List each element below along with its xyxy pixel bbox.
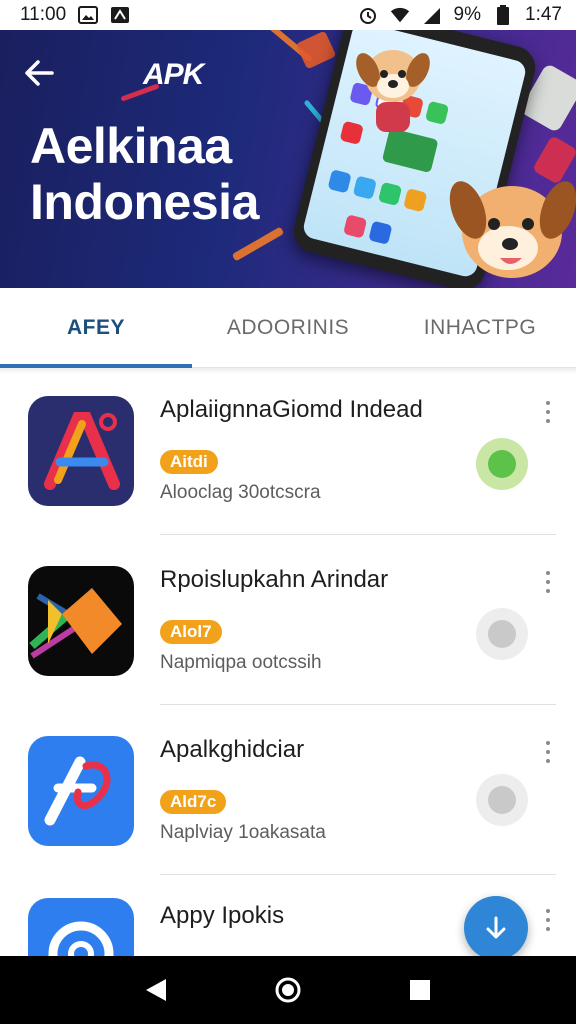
tab-inhactpg[interactable]: INHACTPG <box>384 288 576 367</box>
app-name: Apalkghidciar <box>160 736 305 763</box>
app-list: AplaiignnaGiomd Indead Aitdi Alooclag 30… <box>0 374 576 956</box>
wifi-icon <box>390 5 410 25</box>
puppy-illustration-bottom <box>449 181 576 278</box>
status-bar: 11:00 9% 1:47 <box>0 0 576 30</box>
app-tile <box>327 169 352 194</box>
app-tile <box>343 214 368 239</box>
app-tile <box>377 181 403 207</box>
status-time-left: 11:00 <box>20 4 67 25</box>
c-logo-icon[interactable] <box>28 898 134 956</box>
more-options-icon[interactable] <box>538 738 558 766</box>
music-a-logo-icon[interactable] <box>28 736 134 846</box>
app-badge: Ald7c <box>160 790 227 814</box>
decor-streak <box>231 226 285 262</box>
list-item[interactable]: AplaiignnaGiomd Indead Aitdi Alooclag 30… <box>0 374 576 544</box>
tab-afey[interactable]: AFEY <box>0 288 192 368</box>
puppy-illustration-top <box>356 50 430 132</box>
status-toggle[interactable] <box>476 438 528 490</box>
hero-title: Aelkinaa Indonesia <box>30 118 259 230</box>
status-toggle[interactable] <box>476 774 528 826</box>
signal-icon <box>422 5 442 25</box>
status-time-right: 1:47 <box>525 4 562 25</box>
app-subtitle: Alooclag 30otcscra <box>160 482 321 503</box>
app-name: Rpoislupkahn Arindar <box>160 566 389 593</box>
status-right: 9% 1:47 <box>358 4 562 26</box>
recents-square-icon <box>410 980 430 1000</box>
nav-back-button[interactable] <box>136 970 176 1010</box>
app-badge: Aitdi <box>160 450 218 474</box>
app-tile <box>352 175 377 200</box>
download-arrow-icon <box>486 916 506 939</box>
battery-percent: 9% <box>453 4 482 25</box>
divider <box>160 874 556 875</box>
hero-banner: APK Aelkinaa Indonesia <box>0 30 576 288</box>
back-arrow-icon[interactable] <box>22 56 56 90</box>
more-options-icon[interactable] <box>538 568 558 596</box>
hero-title-line2: Indonesia <box>30 174 259 230</box>
apk-logo-text: APK <box>143 58 204 91</box>
tab-adoorinis[interactable]: ADOORINIS <box>192 288 384 367</box>
app-subtitle: Napmiqpa ootcssih <box>160 652 322 673</box>
app-notification-icon <box>110 5 130 25</box>
app-name: Appy Ipokis <box>160 902 285 929</box>
app-subtitle: Naplviay 1oakasata <box>160 822 326 843</box>
list-item[interactable]: Rpoislupkahn Arindar Alol7 Napmiqpa ootc… <box>0 544 576 714</box>
system-nav-bar <box>0 956 576 1024</box>
home-circle-icon <box>275 977 301 1003</box>
app-badge: Alol7 <box>160 620 222 644</box>
back-triangle-icon <box>146 979 166 1001</box>
gallery-icon <box>78 5 99 25</box>
status-left: 11:00 <box>20 4 130 26</box>
status-toggle[interactable] <box>476 608 528 660</box>
tab-bar: AFEY ADOORINIS INHACTPG <box>0 288 576 368</box>
fish-logo-icon[interactable] <box>28 566 134 676</box>
apk-logo: APK <box>143 58 204 92</box>
divider <box>160 534 556 535</box>
app-name: AplaiignnaGiomd Indead <box>160 396 423 423</box>
download-fab[interactable] <box>464 896 528 960</box>
nav-home-button[interactable] <box>268 970 308 1010</box>
hero-title-line1: Aelkinaa <box>30 118 232 174</box>
decor-streak <box>295 30 337 70</box>
alarm-icon <box>358 5 378 25</box>
divider <box>160 704 556 705</box>
a-logo-icon[interactable] <box>28 396 134 506</box>
more-options-icon[interactable] <box>538 906 558 934</box>
app-tile <box>368 220 393 245</box>
battery-icon <box>493 5 513 25</box>
nav-recents-button[interactable] <box>400 970 440 1010</box>
more-options-icon[interactable] <box>538 398 558 426</box>
list-item[interactable]: Apalkghidciar Ald7c Naplviay 1oakasata <box>0 714 576 884</box>
app-tile <box>403 188 428 213</box>
